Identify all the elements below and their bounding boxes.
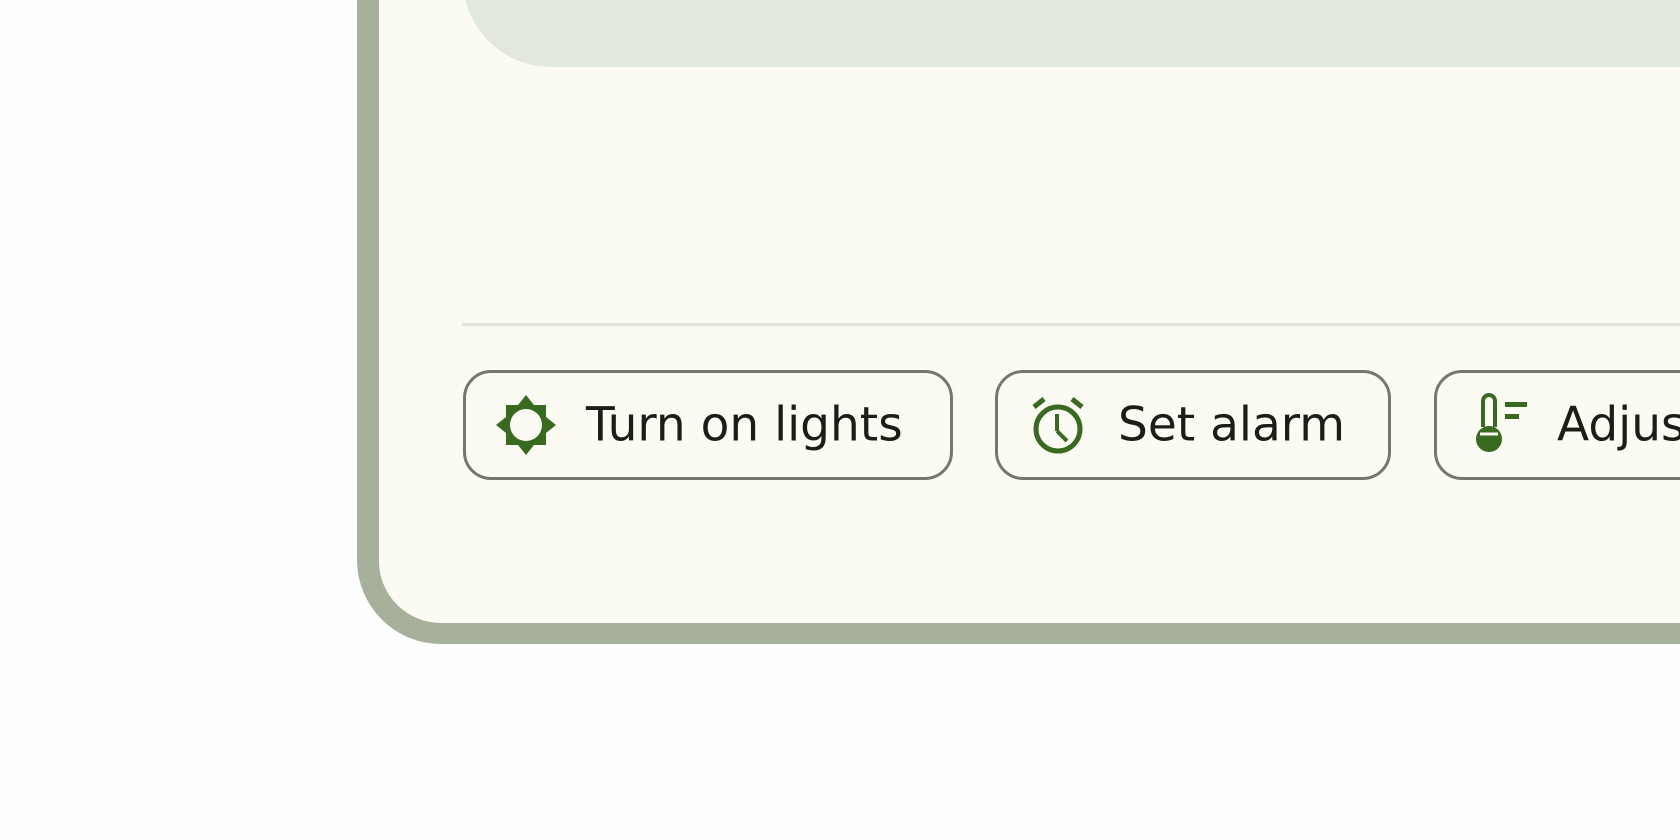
set-alarm-chip[interactable]: Set alarm xyxy=(995,370,1391,480)
turn-on-lights-chip[interactable]: Turn on lights xyxy=(463,370,953,480)
adjust-temperature-chip[interactable]: Adjust xyxy=(1434,370,1680,480)
adjust-temperature-label: Adjust xyxy=(1557,397,1680,453)
brightness-icon xyxy=(496,395,556,455)
device-screen: Turn on lights Set alarm Adjust xyxy=(379,0,1680,623)
thermostat-icon xyxy=(1476,393,1527,452)
top-card xyxy=(463,0,1680,67)
turn-on-lights-label: Turn on lights xyxy=(586,397,903,453)
set-alarm-label: Set alarm xyxy=(1118,397,1346,453)
app-stage: Turn on lights Set alarm Adjust xyxy=(0,0,1680,840)
alarm-icon xyxy=(1032,397,1084,454)
divider xyxy=(462,323,1680,326)
